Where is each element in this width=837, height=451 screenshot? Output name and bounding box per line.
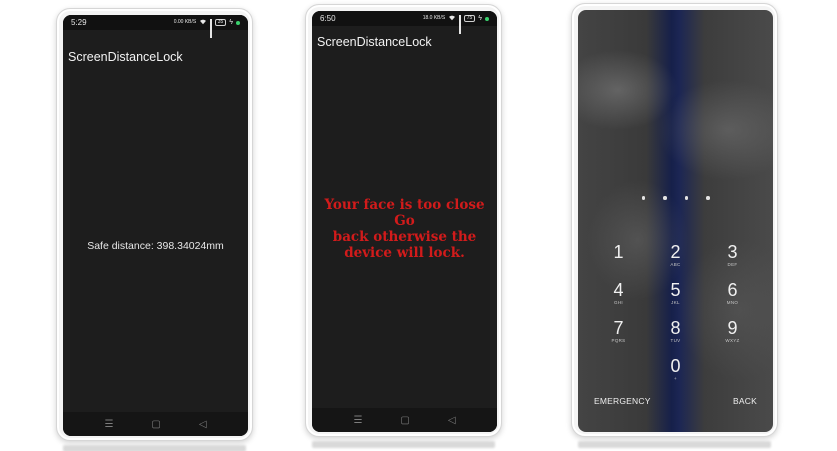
home-icon[interactable]: ▢ [400, 415, 409, 426]
wifi-icon [199, 18, 207, 27]
status-icons: 18.0 KB/S 75 ϟ [422, 14, 489, 34]
status-time: 6:50 [320, 14, 336, 23]
key-digit: 5 [670, 280, 681, 300]
status-bar: 6:50 18.0 KB/S 75 ϟ [312, 11, 497, 34]
pin-keypad: 1 2 ABC 3 DEF 4 GHI 5 JKL 6 MNO 7 PQRS 8 TUV 9W… [590, 242, 761, 386]
phone-frame-2: 6:50 18.0 KB/S 75 ϟ ScreenDistanceLock Y… [305, 4, 502, 448]
key-digit: 9 [727, 318, 738, 338]
phone-frame-3: 1 2 ABC 3 DEF 4 GHI 5 JKL 6 MNO 7 PQRS 8 TUV 9W… [571, 3, 778, 448]
too-close-warning: Your face is too close Go back otherwise… [312, 197, 497, 261]
pin-dot [706, 196, 710, 200]
pin-dot [641, 196, 645, 200]
warning-line: Your face is too close Go [324, 197, 485, 229]
signal-icon [459, 15, 461, 34]
key-letters: PQRS [611, 338, 626, 343]
warning-line: back otherwise the [332, 229, 477, 245]
key-9[interactable]: 9 WXYZ [704, 318, 761, 348]
key-digit: 4 [613, 280, 624, 300]
notification-dot-icon [485, 16, 489, 21]
signal-icon [210, 19, 212, 38]
key-1[interactable]: 1 [590, 242, 647, 272]
key-letters: DEF [727, 262, 738, 267]
key-letters: WXYZ [725, 338, 740, 343]
key-digit: 7 [613, 318, 624, 338]
status-time: 5:29 [71, 18, 87, 27]
notification-dot-icon [236, 20, 240, 25]
battery-icon: 75 [463, 15, 476, 22]
phone-screen-2: 6:50 18.0 KB/S 75 ϟ ScreenDistanceLock Y… [312, 11, 497, 432]
key-8[interactable]: 8 TUV [647, 318, 704, 348]
network-speed: 18.0 KB/S [422, 15, 446, 21]
phone-screen-1: 5:29 0.00 KB/S 35 ϟ ScreenDistanceLock S… [63, 15, 248, 436]
key-letters: + [674, 376, 677, 381]
key-letters: ABC [670, 262, 681, 267]
key-2[interactable]: 2 ABC [647, 242, 704, 272]
key-digit: 0 [670, 356, 681, 376]
key-digit: 3 [727, 242, 738, 262]
app-title: ScreenDistanceLock [68, 50, 183, 64]
phone-frame-1: 5:29 0.00 KB/S 35 ϟ ScreenDistanceLock S… [56, 8, 253, 451]
key-letters: GHI [614, 300, 623, 305]
network-speed: 0.00 KB/S [173, 19, 197, 25]
back-button[interactable]: BACK [733, 396, 757, 406]
pin-dot [663, 196, 667, 200]
navigation-bar: ☰ ▢ ◁ [63, 412, 248, 436]
key-letters: TUV [670, 338, 681, 343]
back-icon[interactable]: ◁ [199, 419, 207, 430]
key-4[interactable]: 4 GHI [590, 280, 647, 310]
pin-entry-dots [578, 196, 773, 200]
battery-icon: 35 [214, 19, 227, 26]
phone-shadow [312, 441, 495, 448]
lock-actions: EMERGENCY BACK [578, 396, 773, 406]
safe-distance-text: Safe distance: 398.34024mm [87, 240, 224, 252]
navigation-bar: ☰ ▢ ◁ [312, 408, 497, 432]
wifi-icon [448, 14, 456, 23]
charging-icon: ϟ [229, 19, 233, 26]
phone-shadow [578, 441, 771, 448]
status-icons: 0.00 KB/S 35 ϟ [173, 18, 240, 38]
warning-line: device will lock. [344, 245, 465, 261]
key-7[interactable]: 7 PQRS [590, 318, 647, 348]
home-icon[interactable]: ▢ [151, 419, 160, 430]
menu-icon[interactable]: ☰ [353, 415, 362, 426]
status-bar: 5:29 0.00 KB/S 35 ϟ [63, 15, 248, 38]
charging-icon: ϟ [478, 15, 482, 22]
back-icon[interactable]: ◁ [448, 415, 456, 426]
app-title: ScreenDistanceLock [317, 35, 432, 49]
key-letters: JKL [671, 300, 680, 305]
key-3[interactable]: 3 DEF [704, 242, 761, 272]
key-digit: 1 [613, 242, 624, 262]
menu-icon[interactable]: ☰ [104, 419, 113, 430]
key-letters: MNO [726, 300, 739, 305]
key-digit: 2 [670, 242, 681, 262]
key-digit: 6 [727, 280, 738, 300]
emergency-button[interactable]: EMERGENCY [594, 396, 651, 406]
key-6[interactable]: 6 MNO [704, 280, 761, 310]
key-digit: 8 [670, 318, 681, 338]
key-0[interactable]: 0 + [647, 356, 704, 386]
phone-shadow [63, 445, 246, 451]
pin-dot [684, 196, 688, 200]
key-5[interactable]: 5 JKL [647, 280, 704, 310]
lock-screen: 1 2 ABC 3 DEF 4 GHI 5 JKL 6 MNO 7 PQRS 8 TUV 9W… [578, 10, 773, 432]
